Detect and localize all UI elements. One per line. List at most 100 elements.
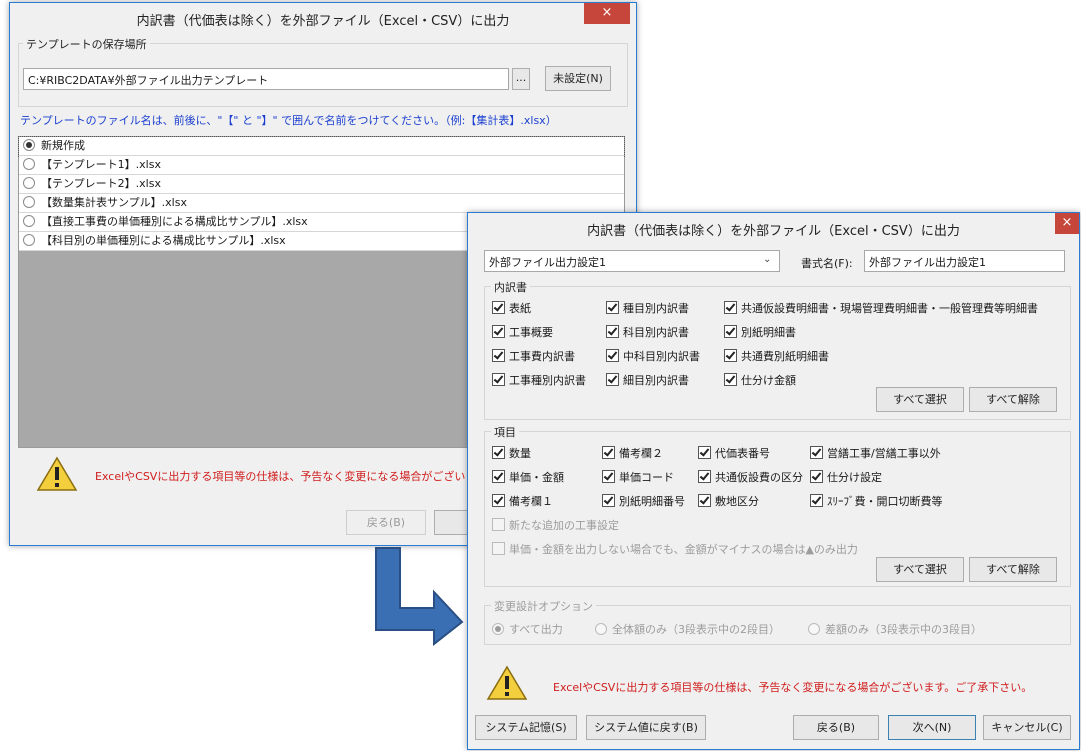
unset-button[interactable]: 未設定(N) [545, 66, 611, 91]
checkbox-box [606, 301, 619, 314]
checkbox-box [810, 446, 823, 459]
checkbox-box [698, 470, 711, 483]
checkbox-box [698, 494, 711, 507]
format-name-field[interactable]: 外部ファイル出力設定1 [864, 250, 1065, 272]
uchiwake-clear-all-button[interactable]: すべて解除 [969, 387, 1057, 412]
checkbox-label: 仕分け金額 [741, 374, 796, 387]
option-checkbox[interactable]: 敷地区分 [698, 493, 759, 509]
option-checkbox[interactable]: 備考欄１ [492, 493, 553, 509]
radio-icon [23, 234, 35, 246]
front-close-button[interactable]: × [1055, 213, 1079, 234]
checkbox-label: 新たな追加の工事設定 [509, 519, 619, 532]
template-list-item[interactable]: 新規作成 [18, 136, 625, 157]
option-checkbox[interactable]: 単価・金額 [492, 469, 564, 485]
radio-dot [492, 623, 504, 635]
option-total-only-radio[interactable]: 全体額のみ（3段表示中の2段目） [595, 621, 780, 637]
back-dialog-back-button[interactable]: 戻る(B) [346, 510, 426, 535]
option-checkbox[interactable]: ｽﾘｰﾌﾞ費・開口切断費等 [810, 493, 943, 509]
checkbox-box [492, 301, 505, 314]
radio-icon [23, 215, 35, 227]
koumoku-clear-all-button[interactable]: すべて解除 [969, 557, 1057, 582]
checkbox-box [724, 349, 737, 362]
checkbox-box [602, 446, 615, 459]
checkbox-label: 科目別内訳書 [623, 326, 689, 339]
new-additional-work-checkbox[interactable]: 新たな追加の工事設定 [492, 517, 619, 533]
checkbox-label: 単価・金額 [509, 471, 564, 484]
back-dialog-title: 内訳書（代価表は除く）を外部ファイル（Excel・CSV）に出力 [136, 14, 510, 29]
option-checkbox[interactable]: 中科目別内訳書 [606, 348, 700, 364]
checkbox-label: 営繕工事/営繕工事以外 [827, 447, 941, 460]
template-list-item[interactable]: 【数量集計表サンプル】.xlsx [19, 194, 624, 213]
option-checkbox[interactable]: 単価コード [602, 469, 674, 485]
option-all-output-radio[interactable]: すべて出力 [492, 621, 563, 637]
checkbox-label: 備考欄１ [509, 495, 553, 508]
option-checkbox[interactable]: 工事種別内訳書 [492, 372, 586, 388]
option-checkbox[interactable]: 種目別内訳書 [606, 300, 689, 316]
radio-icon [23, 158, 35, 170]
option-checkbox[interactable]: 別紙明細番号 [602, 493, 685, 509]
checkbox-box [492, 446, 505, 459]
system-save-button[interactable]: システム記憶(S) [475, 715, 577, 740]
option-diff-only-radio[interactable]: 差額のみ（3段表示中の3段目） [808, 621, 982, 637]
option-checkbox[interactable]: 共通費別紙明細書 [724, 348, 829, 364]
checkbox-label: 工事費内訳書 [509, 350, 575, 363]
checkbox-box [492, 470, 505, 483]
checkbox-box [602, 470, 615, 483]
checkbox-box [724, 373, 737, 386]
option-checkbox[interactable]: 数量 [492, 445, 531, 461]
radio-icon [23, 196, 35, 208]
radio-icon [23, 177, 35, 189]
radio-label: すべて出力 [509, 623, 563, 636]
front-next-button[interactable]: 次へ(N) [888, 715, 976, 740]
checkbox-label: 別紙明細書 [741, 326, 796, 339]
option-checkbox[interactable]: 工事費内訳書 [492, 348, 575, 364]
browse-button[interactable]: ... [512, 68, 530, 90]
checkbox-box [810, 494, 823, 507]
checkbox-box [492, 518, 505, 531]
option-checkbox[interactable]: 営繕工事/営繕工事以外 [810, 445, 941, 461]
option-checkbox[interactable]: 表紙 [492, 300, 531, 316]
front-back-button[interactable]: 戻る(B) [793, 715, 879, 740]
option-checkbox[interactable]: 仕分け金額 [724, 372, 796, 388]
checkbox-box [698, 446, 711, 459]
template-list-item[interactable]: 【テンプレート1】.xlsx [19, 156, 624, 175]
checkbox-box [724, 325, 737, 338]
template-list-item-label: 新規作成 [41, 139, 85, 152]
system-restore-button[interactable]: システム値に戻す(B) [586, 715, 706, 740]
option-checkbox[interactable]: 仕分け設定 [810, 469, 882, 485]
option-checkbox[interactable]: 工事概要 [492, 324, 553, 340]
uchiwake-group-title: 内訳書 [491, 279, 530, 295]
checkbox-label: 表紙 [509, 302, 531, 315]
checkbox-label: 数量 [509, 447, 531, 460]
radio-label: 差額のみ（3段表示中の3段目） [825, 623, 982, 636]
template-list-item-label: 【科目別の単価種別による構成比サンプル】.xlsx [41, 234, 286, 247]
checkbox-label: 単価コード [619, 471, 674, 484]
template-list-item-label: 【数量集計表サンプル】.xlsx [41, 196, 187, 209]
checkbox-label: 共通仮設費の区分 [715, 471, 803, 484]
option-checkbox[interactable]: 共通仮設費の区分 [698, 469, 803, 485]
template-path-field[interactable]: C:¥RIBC2DATA¥外部ファイル出力テンプレート [23, 68, 509, 90]
option-checkbox[interactable]: 細目別内訳書 [606, 372, 689, 388]
option-checkbox[interactable]: 科目別内訳書 [606, 324, 689, 340]
option-checkbox[interactable]: 代価表番号 [698, 445, 770, 461]
template-list-item[interactable]: 【テンプレート2】.xlsx [19, 175, 624, 194]
back-close-button[interactable]: × [584, 3, 630, 24]
option-checkbox[interactable]: 備考欄２ [602, 445, 663, 461]
front-dialog-window: 内訳書（代価表は除く）を外部ファイル（Excel・CSV）に出力 × 外部ファイ… [467, 212, 1080, 750]
checkbox-label: 仕分け設定 [827, 471, 882, 484]
template-list-item-label: 【テンプレート1】.xlsx [41, 158, 161, 171]
radio-dot [595, 623, 607, 635]
cancel-button[interactable]: キャンセル(C) [983, 715, 1071, 740]
minus-only-output-checkbox[interactable]: 単価・金額を出力しない場合でも、金額がマイナスの場合は▲のみ出力 [492, 541, 858, 557]
checkbox-label: 細目別内訳書 [623, 374, 689, 387]
checkbox-box [492, 542, 505, 555]
koumoku-select-all-button[interactable]: すべて選択 [876, 557, 964, 582]
template-list-item-label: 【テンプレート2】.xlsx [41, 177, 161, 190]
option-checkbox[interactable]: 共通仮設費明細書・現場管理費明細書・一般管理費等明細書 [724, 300, 1038, 316]
option-checkbox[interactable]: 別紙明細書 [724, 324, 796, 340]
format-select[interactable]: 外部ファイル出力設定1 [484, 250, 780, 272]
template-location-group: テンプレートの保存場所 C:¥RIBC2DATA¥外部ファイル出力テンプレート … [18, 36, 628, 107]
radio-icon [23, 139, 35, 151]
uchiwake-select-all-button[interactable]: すべて選択 [876, 387, 964, 412]
checkbox-box [606, 349, 619, 362]
